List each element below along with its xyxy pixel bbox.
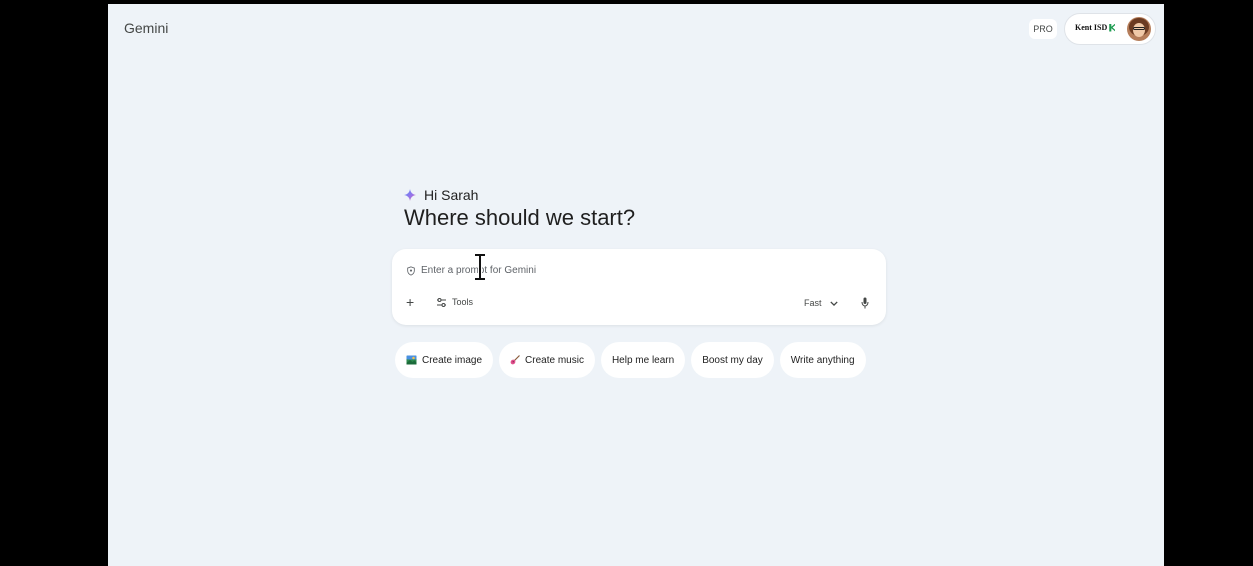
tools-button[interactable]: Tools bbox=[436, 297, 473, 307]
chip-boost-my-day[interactable]: Boost my day bbox=[691, 342, 774, 378]
avatar[interactable] bbox=[1127, 17, 1151, 41]
suggestion-chips: Create image Create music Help me learn … bbox=[395, 342, 866, 378]
chip-create-music[interactable]: Create music bbox=[499, 342, 595, 378]
chip-help-me-learn[interactable]: Help me learn bbox=[600, 342, 686, 378]
pro-badge[interactable]: PRO bbox=[1029, 19, 1057, 39]
prompt-input[interactable] bbox=[421, 265, 721, 276]
microphone-icon bbox=[861, 297, 869, 309]
mode-select[interactable]: Fast bbox=[804, 298, 838, 308]
microphone-button[interactable] bbox=[859, 296, 871, 310]
chevron-down-icon bbox=[829, 300, 838, 306]
mode-label: Fast bbox=[804, 298, 822, 308]
org-name: Kent ISD bbox=[1075, 22, 1108, 32]
chip-label: Help me learn bbox=[611, 354, 675, 366]
org-logo: Kent ISD bbox=[1075, 22, 1116, 35]
chip-label: Create music bbox=[525, 354, 584, 366]
gemini-app: Gemini PRO Kent ISD Hi Sarah Where shoul… bbox=[108, 4, 1164, 566]
shield-icon bbox=[407, 265, 415, 276]
headline: Where should we start? bbox=[404, 205, 636, 230]
gemini-spark-icon bbox=[404, 189, 416, 201]
add-button[interactable]: + bbox=[406, 295, 414, 309]
chip-label: Boost my day bbox=[702, 354, 763, 366]
chip-label: Write anything bbox=[790, 354, 855, 366]
chip-create-image[interactable]: Create image bbox=[395, 342, 494, 378]
greeting-text: Hi Sarah bbox=[424, 187, 479, 203]
image-icon bbox=[406, 355, 417, 365]
account-chip[interactable]: Kent ISD bbox=[1064, 13, 1156, 45]
avatar-face bbox=[1133, 23, 1145, 37]
chip-write-anything[interactable]: Write anything bbox=[779, 342, 866, 378]
tools-label: Tools bbox=[452, 297, 474, 307]
k-logo-icon bbox=[1109, 23, 1116, 32]
avatar-glasses bbox=[1133, 27, 1145, 30]
tools-sliders-icon bbox=[437, 297, 446, 307]
chip-label: Create image bbox=[422, 354, 483, 366]
guitar-icon bbox=[510, 355, 520, 365]
greeting: Hi Sarah bbox=[404, 187, 478, 203]
brand-title[interactable]: Gemini bbox=[124, 20, 168, 36]
prompt-row bbox=[406, 265, 721, 276]
org-logo-text: Kent ISD bbox=[1075, 22, 1116, 32]
prompt-box[interactable]: + Tools Fast bbox=[392, 249, 886, 325]
